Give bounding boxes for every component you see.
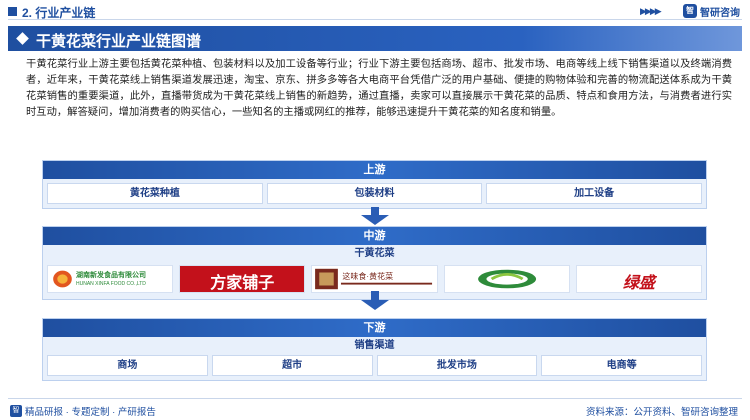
downstream-tier: 下游 销售渠道 商场 超市 批发市场 电商等 xyxy=(42,318,707,381)
midstream-sublabel: 干黄花菜 xyxy=(354,248,395,259)
company-logo-green xyxy=(443,265,570,293)
midstream-tier: 中游 干黄花菜 湖南新发食品有限公司 HUNAN XINFA FOOD CO.,… xyxy=(42,226,707,300)
footer-divider xyxy=(8,398,742,399)
midstream-label: 中游 xyxy=(43,227,706,245)
company-logo-lvsheng: 绿盛 xyxy=(575,265,703,293)
downstream-item: 批发市场 xyxy=(376,355,538,376)
brand: 智 智研咨询 xyxy=(683,3,740,19)
company-logo-xinfa: 湖南新发食品有限公司 HUNAN XINFA FOOD CO.,LTD xyxy=(47,265,174,293)
logo-text: 这味食·黄花菜 xyxy=(342,272,394,281)
title-banner: 干黄花菜行业产业链图谱 xyxy=(8,26,742,51)
upstream-item: 加工设备 xyxy=(486,183,703,204)
footer-source: 资料来源：公开资料、智研咨询整理 xyxy=(585,407,738,418)
brand-logo-icon: 智 xyxy=(683,4,697,18)
logo-subtext: HUNAN XINFA FOOD CO.,LTD xyxy=(76,281,146,287)
header-divider xyxy=(8,19,742,20)
section-header: 2. 行业产业链 ▶▶▶▶ 智 智研咨询 xyxy=(0,0,750,22)
section-marker-icon xyxy=(8,7,17,16)
downstream-item: 电商等 xyxy=(541,355,702,376)
upstream-item: 黄花菜种植 xyxy=(47,183,263,204)
description-paragraph: 干黄花菜行业上游主要包括黄花菜种植、包装材料以及加工设备等行业；行业下游主要包括… xyxy=(26,59,732,118)
footer-left: 智 精品研报 · 专题定制 · 产研报告 xyxy=(10,404,156,418)
arrow-down-icon xyxy=(361,215,389,225)
footer: 智 精品研报 · 专题定制 · 产研报告 资料来源：公开资料、智研咨询整理 xyxy=(0,398,750,420)
downstream-item: 超市 xyxy=(211,355,373,376)
upstream-label: 上游 xyxy=(43,161,706,179)
arrow-down-icon xyxy=(361,300,389,310)
downstream-item: 商场 xyxy=(47,355,208,376)
downstream-label: 下游 xyxy=(43,319,706,337)
upstream-item: 包装材料 xyxy=(266,183,483,204)
diamond-icon xyxy=(16,32,29,45)
page-title: 干黄花菜行业产业链图谱 xyxy=(36,33,202,50)
chevrons-icon: ▶▶▶▶ xyxy=(640,6,662,16)
company-logo-zhewei: 这味食·黄花菜 xyxy=(311,265,438,293)
logo-text: 绿盛 xyxy=(622,273,655,292)
downstream-sublabel: 销售渠道 xyxy=(354,340,395,351)
brand-logo-icon: 智 xyxy=(10,405,22,417)
logo-text: 湖南新发食品有限公司 xyxy=(76,272,146,279)
logo-text: 方家铺子 xyxy=(210,273,275,292)
brand-name: 智研咨询 xyxy=(700,7,740,19)
upstream-tier: 上游 黄花菜种植 包装材料 加工设备 xyxy=(42,160,707,209)
company-logo-fangjia: 方家铺子 xyxy=(179,265,306,293)
footer-tagline: 精品研报 · 专题定制 · 产研报告 xyxy=(25,407,156,418)
